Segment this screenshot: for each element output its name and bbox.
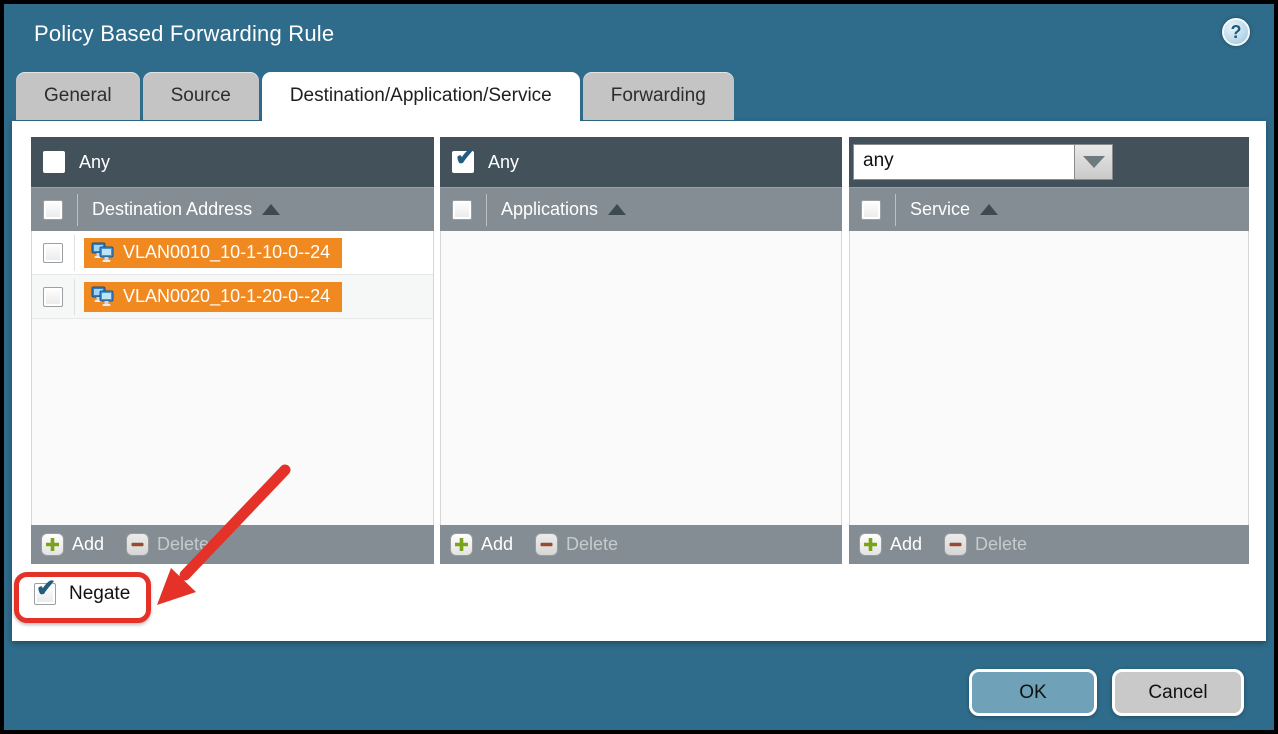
destination-select-all-checkbox[interactable] xyxy=(43,200,63,220)
address-object-label: VLAN0020_10-1-20-0--24 xyxy=(123,286,330,307)
row-divider xyxy=(74,279,75,315)
sort-asc-icon xyxy=(608,204,626,215)
service-footer: Add Delete xyxy=(849,525,1249,564)
help-icon[interactable]: ? xyxy=(1222,18,1250,46)
table-row[interactable]: VLAN0020_10-1-20-0--24 xyxy=(32,275,433,319)
dialog-title: Policy Based Forwarding Rule xyxy=(34,21,334,47)
header-divider xyxy=(77,194,78,226)
tab-bar: General Source Destination/Application/S… xyxy=(16,72,734,124)
service-list xyxy=(849,231,1249,525)
address-object-badge[interactable]: VLAN0020_10-1-20-0--24 xyxy=(84,282,342,312)
service-select-all-checkbox[interactable] xyxy=(861,200,881,220)
add-icon[interactable] xyxy=(859,533,882,556)
add-button[interactable]: Add xyxy=(72,534,104,555)
negate-label: Negate xyxy=(69,583,130,605)
header-divider xyxy=(486,194,487,226)
network-address-icon xyxy=(91,242,115,263)
add-button[interactable]: Add xyxy=(890,534,922,555)
destination-any-checkbox[interactable] xyxy=(43,151,65,173)
tab-destination-application-service[interactable]: Destination/Application/Service xyxy=(262,72,580,124)
destination-address-column: Any Destination Address xyxy=(31,137,434,564)
chevron-down-icon xyxy=(1083,156,1105,168)
applications-footer: Add Delete xyxy=(440,525,842,564)
applications-header[interactable]: Applications xyxy=(440,187,842,231)
applications-any-bar: ✔ Any xyxy=(440,137,842,187)
address-object-badge[interactable]: VLAN0010_10-1-10-0--24 xyxy=(84,238,342,268)
tab-content-panel: Any Destination Address xyxy=(12,121,1266,641)
delete-icon[interactable] xyxy=(535,533,558,556)
add-button[interactable]: Add xyxy=(481,534,513,555)
delete-button[interactable]: Delete xyxy=(157,534,209,555)
destination-address-header-label: Destination Address xyxy=(92,199,252,220)
service-dropdown[interactable]: any xyxy=(853,144,1113,180)
applications-any-label: Any xyxy=(488,152,519,173)
network-address-icon xyxy=(91,286,115,307)
header-divider xyxy=(895,194,896,226)
negate-row: ✔ Negate xyxy=(34,583,130,605)
applications-any-checkbox[interactable]: ✔ xyxy=(452,151,474,173)
destination-address-list: VLAN0010_10-1-10-0--24 xyxy=(31,231,434,525)
tab-forwarding[interactable]: Forwarding xyxy=(583,72,734,120)
destination-any-bar: Any xyxy=(31,137,434,187)
dropdown-button[interactable] xyxy=(1075,144,1113,180)
policy-based-forwarding-dialog: Policy Based Forwarding Rule ? General S… xyxy=(0,0,1278,734)
service-header[interactable]: Service xyxy=(849,187,1249,231)
destination-footer: Add Delete xyxy=(31,525,434,564)
service-dropdown-value[interactable]: any xyxy=(853,144,1075,180)
destination-address-header[interactable]: Destination Address xyxy=(31,187,434,231)
applications-list xyxy=(440,231,842,525)
delete-button[interactable]: Delete xyxy=(975,534,1027,555)
applications-header-label: Applications xyxy=(501,199,598,220)
tab-source[interactable]: Source xyxy=(143,72,259,120)
service-column: any Service Add xyxy=(849,137,1249,564)
row-divider xyxy=(74,235,75,271)
check-icon: ✔ xyxy=(455,146,475,170)
cancel-button[interactable]: Cancel xyxy=(1112,669,1244,716)
row-checkbox[interactable] xyxy=(43,243,63,263)
service-any-bar: any xyxy=(849,137,1249,187)
add-icon[interactable] xyxy=(450,533,473,556)
delete-icon[interactable] xyxy=(944,533,967,556)
help-glyph: ? xyxy=(1231,22,1242,43)
address-object-label: VLAN0010_10-1-10-0--24 xyxy=(123,242,330,263)
check-icon: ✔ xyxy=(36,577,56,601)
delete-button[interactable]: Delete xyxy=(566,534,618,555)
destination-any-label: Any xyxy=(79,152,110,173)
table-row[interactable]: VLAN0010_10-1-10-0--24 xyxy=(32,231,433,275)
sort-asc-icon xyxy=(980,204,998,215)
applications-select-all-checkbox[interactable] xyxy=(452,200,472,220)
delete-icon[interactable] xyxy=(126,533,149,556)
tab-general[interactable]: General xyxy=(16,72,140,120)
service-header-label: Service xyxy=(910,199,970,220)
ok-button[interactable]: OK xyxy=(969,669,1097,716)
applications-column: ✔ Any Applications Add Delete xyxy=(440,137,842,564)
row-checkbox[interactable] xyxy=(43,287,63,307)
sort-asc-icon xyxy=(262,204,280,215)
add-icon[interactable] xyxy=(41,533,64,556)
negate-checkbox[interactable]: ✔ xyxy=(34,583,56,605)
